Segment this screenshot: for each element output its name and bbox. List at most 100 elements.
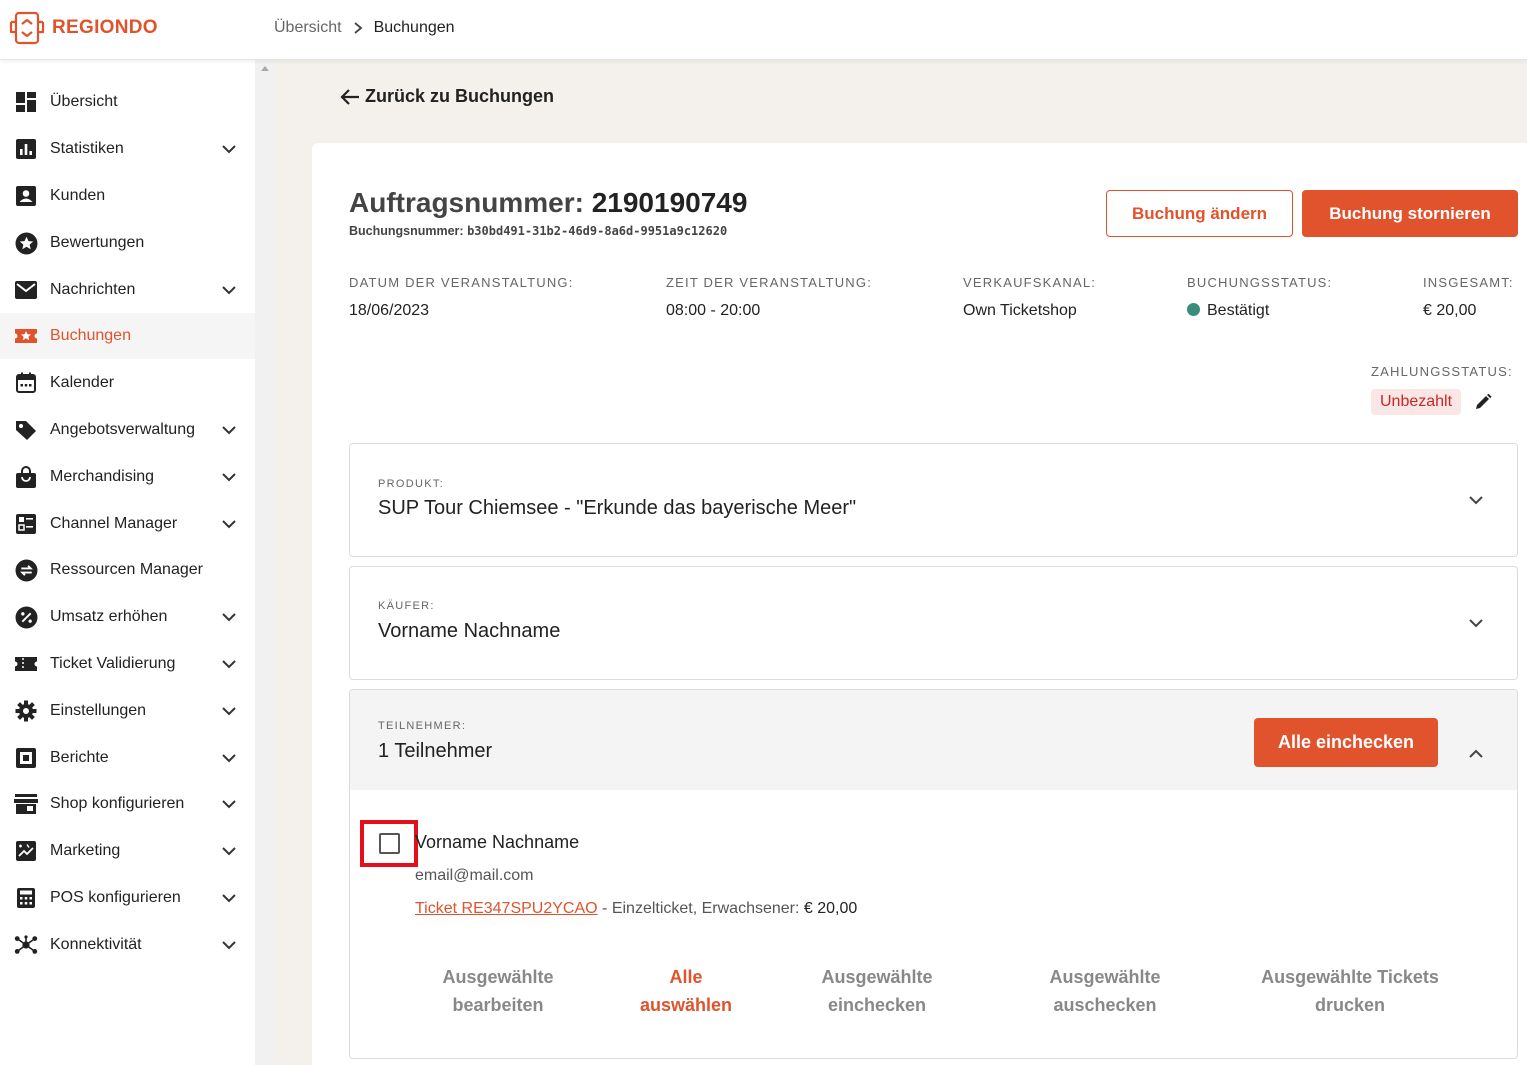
select-all-button[interactable]: Alle auswählen [626, 963, 746, 1019]
event-date: 18/06/2023 [349, 302, 430, 319]
participant-checkbox[interactable] [378, 833, 400, 854]
participants-label: TEILNEHMER: [378, 720, 467, 732]
check-in-all-button[interactable]: Alle einchecken [1254, 718, 1438, 767]
booking-number-label: Buchungsnummer: [349, 224, 464, 238]
payment-status-badge: Unbezahlt [1371, 389, 1462, 415]
buyer-label: KÄUFER: [378, 600, 435, 612]
breadcrumb-overview[interactable]: Übersicht [274, 19, 342, 37]
sidebar-item-channel-manager[interactable]: Channel Manager [0, 501, 255, 547]
action-label-line: bearbeiten [452, 995, 544, 1015]
chevron-down-icon[interactable] [220, 889, 238, 907]
chevron-down-icon[interactable] [220, 842, 238, 860]
sidebar-item-label: POS konfigurieren [50, 889, 181, 906]
sidebar-item-label: Merchandising [50, 468, 155, 485]
chevron-down-icon[interactable] [220, 421, 238, 439]
chevron-down-icon[interactable] [1466, 613, 1486, 633]
event-date-label: DATUM DER VERANSTALTUNG: [349, 275, 574, 290]
print-selected-tickets-button[interactable]: Ausgewählte Tickets drucken [1245, 963, 1455, 1019]
back-to-bookings-link[interactable]: Zurück zu Buchungen [339, 86, 554, 107]
logo-text: REGIONDO [52, 17, 158, 38]
sidebar-item-shop-konfigurieren[interactable]: Shop konfigurieren [0, 781, 255, 827]
sidebar-item-konnektivitaet[interactable]: Konnektivität [0, 922, 255, 968]
breadcrumb: Übersicht Buchungen [274, 19, 455, 37]
pencil-icon[interactable] [1474, 393, 1492, 411]
action-label-line: Alle [669, 967, 703, 987]
product-name: SUP Tour Chiemsee - "Erkunde das bayeris… [378, 497, 857, 519]
sidebar-item-umsatz-erhoehen[interactable]: Umsatz erhöhen [0, 594, 255, 640]
participants-panel-header[interactable]: TEILNEHMER: 1 Teilnehmer Alle einchecken [350, 690, 1517, 790]
sidebar-item-merchandising[interactable]: Merchandising [0, 454, 255, 500]
chevron-down-icon[interactable] [220, 702, 238, 720]
sidebar-item-bewertungen[interactable]: Bewertungen [0, 220, 255, 266]
edit-booking-button[interactable]: Buchung ändern [1106, 190, 1293, 237]
chevron-down-icon[interactable] [220, 515, 238, 533]
sidebar-item-angebotsverwaltung[interactable]: Angebotsverwaltung [0, 407, 255, 453]
check-out-selected-button[interactable]: Ausgewählte auschecken [1035, 963, 1175, 1019]
sidebar-item-nachrichten[interactable]: Nachrichten [0, 267, 255, 313]
regiondo-logo-icon [9, 11, 45, 45]
booking-number: b30bd491-31b2-46d9-8a6d-9951a9c12620 [467, 224, 728, 238]
chevron-down-icon[interactable] [220, 468, 238, 486]
chevron-down-icon[interactable] [220, 936, 238, 954]
participants-count: 1 Teilnehmer [378, 740, 493, 762]
sidebar-item-label: Marketing [50, 842, 121, 859]
sidebar-item-label: Channel Manager [50, 515, 178, 532]
sidebar-item-buchungen[interactable]: Buchungen [0, 313, 255, 359]
mail-icon [14, 278, 38, 302]
booking-number-row: Buchungsnummer: b30bd491-31b2-46d9-8a6d-… [349, 224, 727, 238]
chevron-down-icon[interactable] [220, 749, 238, 767]
action-label-line: auschecken [1053, 995, 1157, 1015]
booking-status-label: BUCHUNGSSTATUS: [1187, 275, 1333, 290]
sidebar-item-kunden[interactable]: Kunden [0, 173, 255, 219]
chevron-down-icon[interactable] [220, 608, 238, 626]
ticket-star-icon [14, 324, 38, 348]
sidebar-item-label: Shop konfigurieren [50, 795, 185, 812]
percent-icon [14, 605, 38, 629]
order-number-label: Auftragsnummer: [349, 187, 584, 218]
marketing-icon [14, 839, 38, 863]
check-in-selected-button[interactable]: Ausgewählte einchecken [807, 963, 947, 1019]
dashboard-icon [14, 90, 38, 114]
sidebar-item-einstellungen[interactable]: Einstellungen [0, 688, 255, 734]
chevron-down-icon[interactable] [220, 795, 238, 813]
storefront-icon [14, 792, 38, 816]
tag-icon [14, 418, 38, 442]
chevron-down-icon[interactable] [220, 655, 238, 673]
sidebar-item-ressourcen-manager[interactable]: Ressourcen Manager [0, 547, 255, 593]
regiondo-logo[interactable]: REGIONDO [8, 10, 158, 46]
sidebar-item-label: Buchungen [50, 327, 131, 344]
back-link-label: Zurück zu Buchungen [365, 86, 554, 106]
booking-status-text: Bestätigt [1207, 302, 1270, 319]
sidebar-item-label: Ressourcen Manager [50, 561, 203, 578]
sidebar-item-berichte[interactable]: Berichte [0, 735, 255, 781]
chevron-down-icon[interactable] [220, 140, 238, 158]
calculator-icon [14, 886, 38, 910]
ticket-link[interactable]: Ticket RE347SPU2YCAO [415, 900, 598, 917]
star-icon [14, 231, 38, 255]
chevron-down-icon[interactable] [220, 281, 238, 299]
edit-selected-button[interactable]: Ausgewählte bearbeiten [428, 963, 568, 1019]
product-panel[interactable]: PRODUKT: SUP Tour Chiemsee - "Erkunde da… [349, 443, 1518, 557]
calendar-icon [14, 371, 38, 395]
sidebar-item-uebersicht[interactable]: Übersicht [0, 79, 255, 125]
breadcrumb-bookings: Buchungen [373, 19, 455, 36]
action-label-line: Ausgewählte [1049, 967, 1161, 987]
sidebar-item-pos-konfigurieren[interactable]: POS konfigurieren [0, 875, 255, 921]
buyer-panel[interactable]: KÄUFER: Vorname Nachname [349, 566, 1518, 680]
sidebar-item-marketing[interactable]: Marketing [0, 828, 255, 874]
sidebar-scrollbar[interactable] [255, 60, 275, 1065]
chevron-up-icon[interactable] [1466, 744, 1486, 764]
sidebar-item-label: Konnektivität [50, 936, 142, 953]
sidebar-item-label: Kalender [50, 374, 115, 391]
sidebar-item-ticket-validierung[interactable]: Ticket Validierung [0, 641, 255, 687]
sidebar-item-label: Berichte [50, 749, 109, 766]
top-header: REGIONDO Übersicht Buchungen [0, 0, 1527, 60]
participant-checkbox-highlight [360, 820, 418, 867]
chevron-down-icon[interactable] [1466, 490, 1486, 510]
cancel-booking-button[interactable]: Buchung stornieren [1302, 190, 1518, 237]
sidebar-item-kalender[interactable]: Kalender [0, 360, 255, 406]
product-label: PRODUKT: [378, 478, 445, 490]
sales-channel: Own Ticketshop [963, 302, 1077, 319]
scroll-up-arrow-icon[interactable] [261, 66, 269, 71]
sidebar-item-statistiken[interactable]: Statistiken [0, 126, 255, 172]
